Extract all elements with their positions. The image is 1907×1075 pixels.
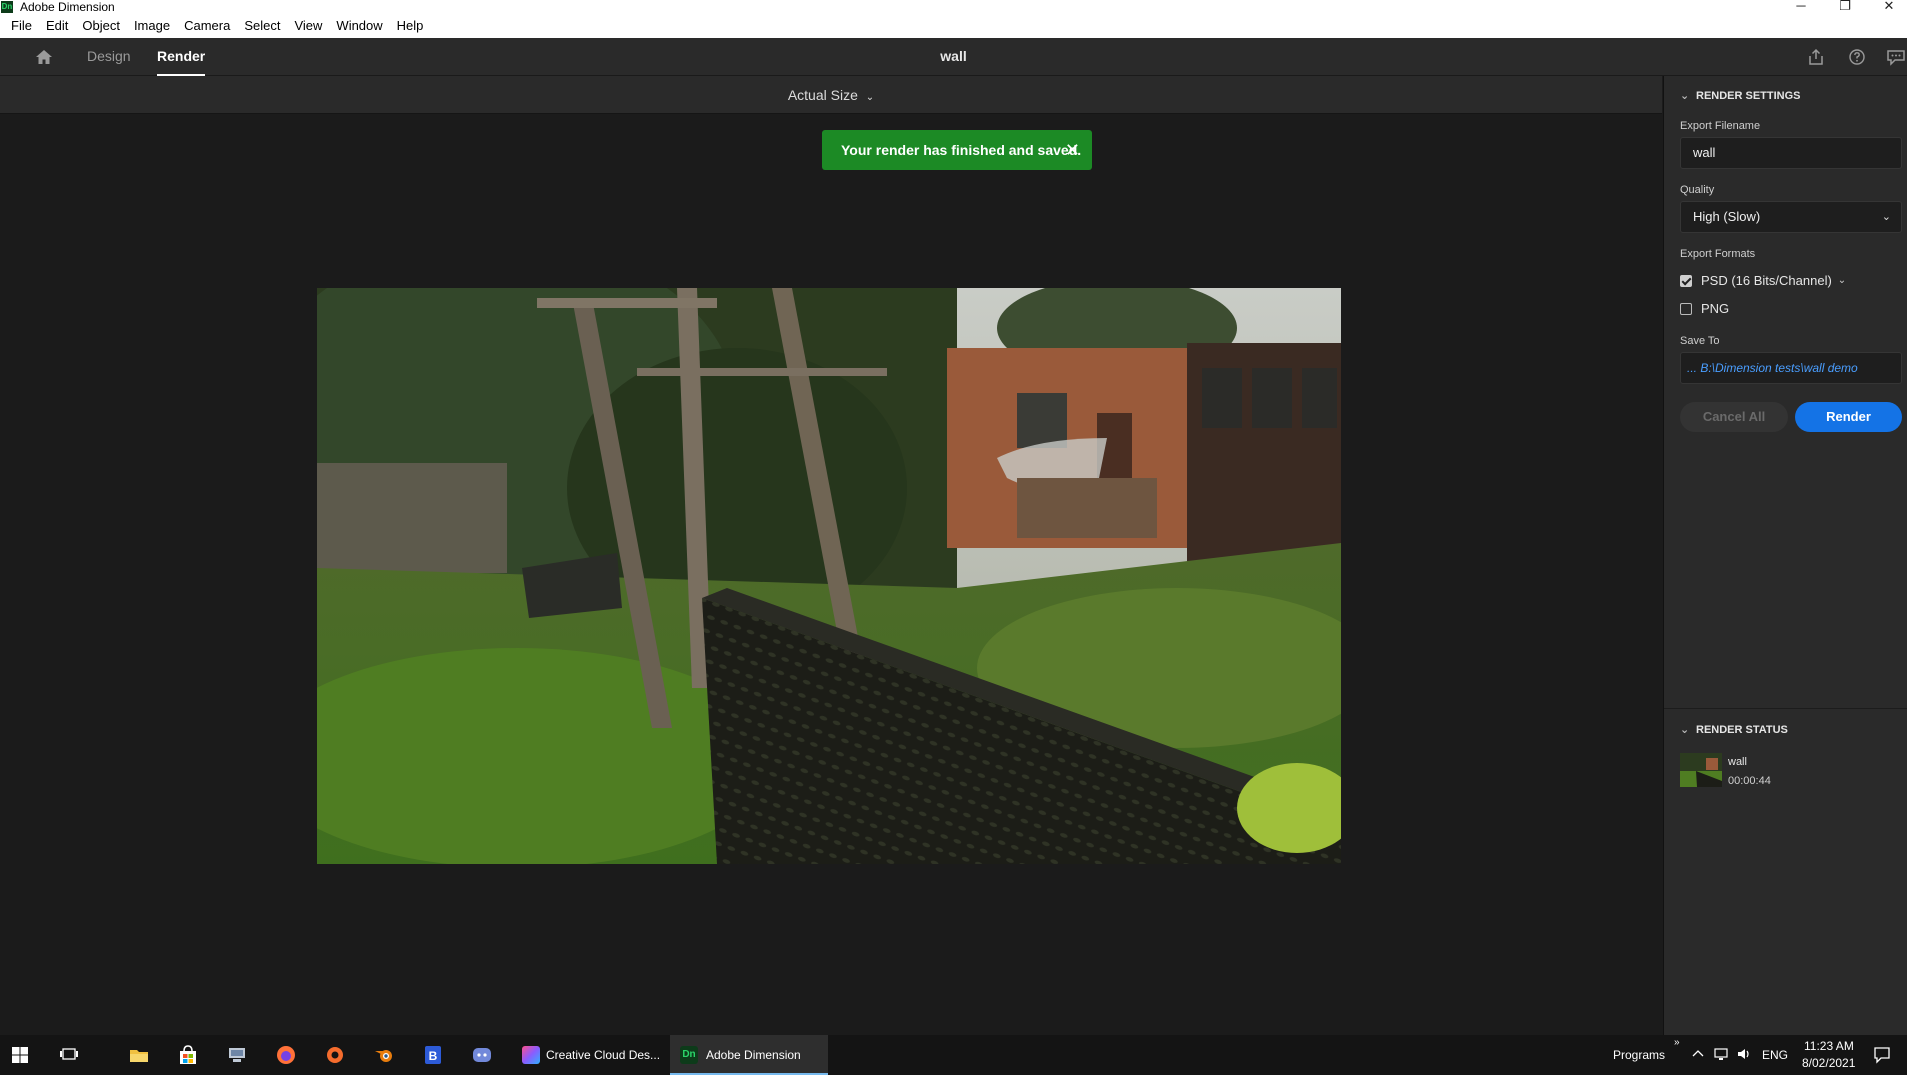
close-window-button[interactable]: ✕ (1866, 0, 1907, 14)
taskbar-creative-cloud[interactable]: Creative Cloud Des... (512, 1035, 666, 1075)
save-to-path[interactable]: ... B:\Dimension tests\wall demo (1680, 352, 1902, 384)
feedback-icon[interactable] (1886, 47, 1906, 67)
menu-window[interactable]: Window (329, 14, 389, 38)
render-status-name: wall (1728, 756, 1747, 768)
psd-format-option[interactable]: PSD (16 Bits/Channel) ⌄ (1680, 273, 1846, 288)
tab-design[interactable]: Design (87, 38, 131, 76)
quality-value: High (Slow) (1693, 209, 1761, 224)
render-status-header[interactable]: ⌄ RENDER STATUS (1680, 723, 1788, 736)
taskbar-adobe-dimension[interactable]: Dn Adobe Dimension (670, 1035, 828, 1075)
store-icon[interactable] (176, 1043, 200, 1067)
volume-icon[interactable] (1735, 1045, 1753, 1063)
menu-object[interactable]: Object (75, 14, 127, 38)
quality-label: Quality (1680, 184, 1715, 196)
windows-start-icon[interactable] (8, 1043, 32, 1067)
png-format-option[interactable]: PNG (1680, 301, 1729, 316)
firefox-icon[interactable] (274, 1043, 298, 1067)
render-settings-panel: ⌄ RENDER SETTINGS Export Filename wall Qu… (1663, 76, 1907, 1035)
menu-select[interactable]: Select (237, 14, 287, 38)
clock-date[interactable]: 8/02/2021 (1802, 1056, 1855, 1070)
render-settings-header[interactable]: ⌄ RENDER SETTINGS (1680, 89, 1801, 102)
help-icon[interactable] (1847, 47, 1867, 67)
chevron-down-icon: ⌄ (865, 92, 875, 103)
quality-dropdown[interactable]: High (Slow) ⌄ (1680, 201, 1902, 233)
render-preview-image (317, 288, 1341, 864)
window-title-bar: Dn Adobe Dimension ─ ❐ ✕ (0, 0, 1907, 14)
language-indicator[interactable]: ENG (1762, 1048, 1788, 1062)
zoom-label: Actual Size (787, 87, 858, 103)
psd-format-label: PSD (16 Bits/Channel) (1701, 273, 1832, 288)
export-filename-label: Export Filename (1680, 120, 1761, 132)
windows-taskbar: B Creative Cloud Des... Dn Adobe Dimensi… (0, 1035, 1907, 1075)
menu-bar: File Edit Object Image Camera Select Vie… (0, 14, 1907, 38)
backyard-render-photo (317, 288, 1341, 864)
toast-message: Your render has finished and saved. (841, 142, 1082, 158)
export-filename-input[interactable]: wall (1680, 137, 1902, 169)
menu-view[interactable]: View (287, 14, 329, 38)
render-complete-toast: Your render has finished and saved. ✕ (822, 130, 1092, 170)
chevron-down-icon: ⌄ (1881, 211, 1891, 223)
svg-text:B: B (429, 1049, 438, 1063)
share-icon[interactable] (1806, 47, 1826, 67)
file-explorer-icon[interactable] (127, 1043, 151, 1067)
toolbar-expand-icon[interactable]: » (1674, 1037, 1680, 1048)
discord-icon[interactable] (470, 1043, 494, 1067)
psd-checkbox[interactable] (1680, 274, 1692, 287)
canvas-header-bar: Actual Size ⌄ (0, 76, 1662, 114)
chevron-up-icon[interactable] (1689, 1045, 1707, 1063)
programs-toolbar[interactable]: Programs (1613, 1048, 1665, 1062)
chevron-down-icon[interactable]: ⌄ (1838, 275, 1846, 286)
png-checkbox[interactable] (1680, 302, 1692, 315)
render-status-time: 00:00:44 (1728, 775, 1771, 787)
network-icon[interactable] (1712, 1045, 1730, 1063)
cancel-all-button[interactable]: Cancel All (1680, 402, 1788, 432)
chevron-down-icon: ⌄ (1680, 724, 1690, 736)
menu-help[interactable]: Help (390, 14, 431, 38)
minimize-button[interactable]: ─ (1778, 0, 1824, 14)
window-title: Adobe Dimension (20, 0, 115, 14)
document-title: wall (940, 48, 967, 64)
render-status-thumbnail (1680, 753, 1722, 787)
menu-image[interactable]: Image (127, 14, 177, 38)
chevron-down-icon: ⌄ (1680, 90, 1690, 102)
render-button[interactable]: Render (1795, 402, 1902, 432)
notifications-icon[interactable] (1872, 1045, 1892, 1065)
dimension-taskbar-icon: Dn (680, 1046, 698, 1064)
tab-render[interactable]: Render (157, 38, 206, 76)
menu-edit[interactable]: Edit (39, 14, 75, 38)
home-icon[interactable] (34, 47, 54, 67)
panel-divider (1664, 708, 1907, 709)
clock-time[interactable]: 11:23 AM (1804, 1039, 1854, 1053)
export-formats-label: Export Formats (1680, 248, 1756, 260)
app-header-bar: wall Design Render (0, 38, 1907, 76)
creative-cloud-icon (522, 1046, 540, 1064)
dimension-app-icon: Dn (1, 1, 13, 13)
blender-icon[interactable] (372, 1043, 396, 1067)
menu-file[interactable]: File (4, 14, 39, 38)
zoom-dropdown[interactable]: Actual Size ⌄ (0, 76, 1662, 117)
task-view-icon[interactable] (57, 1043, 81, 1067)
origin-icon[interactable] (323, 1043, 347, 1067)
restore-button[interactable]: ❐ (1822, 0, 1868, 14)
png-format-label: PNG (1701, 301, 1730, 316)
save-to-label: Save To (1680, 335, 1720, 347)
bing-app-icon[interactable]: B (421, 1043, 445, 1067)
menu-camera[interactable]: Camera (177, 14, 237, 38)
network-computer-icon[interactable] (225, 1043, 249, 1067)
close-icon[interactable]: ✕ (1065, 130, 1080, 170)
